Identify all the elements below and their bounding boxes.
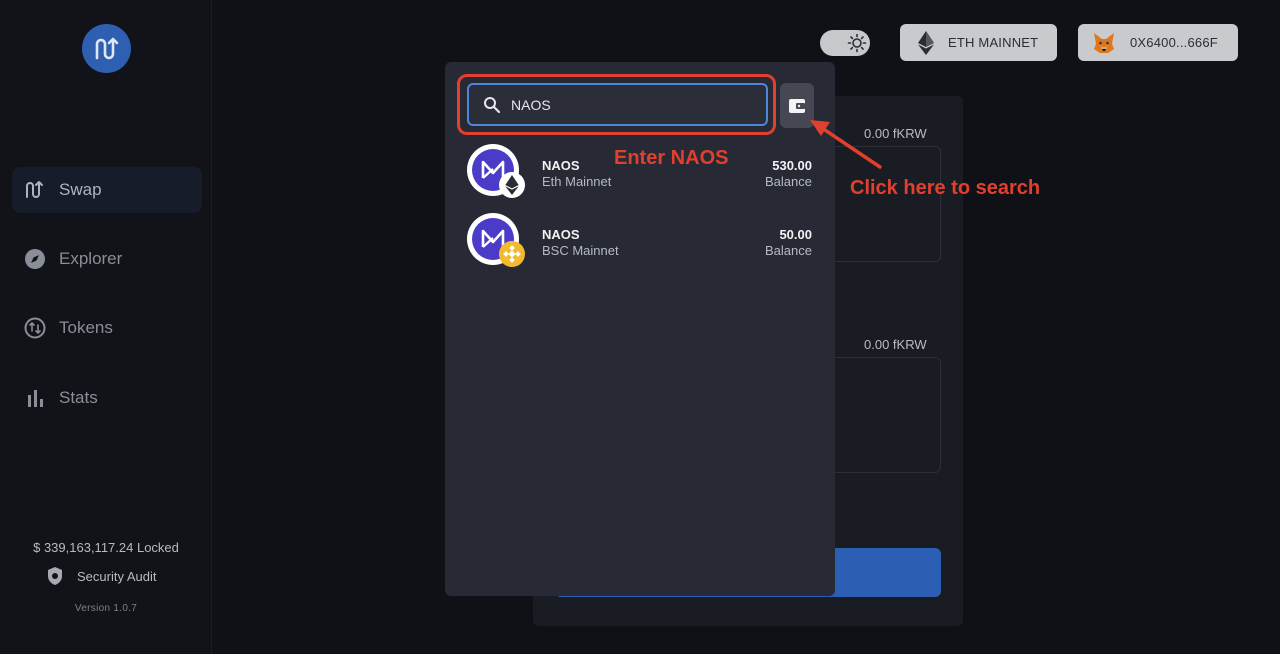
token-search-input[interactable] — [511, 96, 751, 113]
swap-icon — [23, 178, 47, 202]
metamask-fox-icon — [1092, 32, 1116, 54]
ethereum-icon — [499, 172, 525, 198]
tokens-icon — [23, 316, 47, 340]
security-audit-link[interactable]: Security Audit — [46, 566, 157, 586]
network-label: ETH MAINNET — [948, 35, 1039, 50]
app-logo[interactable] — [82, 24, 131, 73]
sidebar-item-label: Stats — [59, 388, 98, 407]
network-selector-button[interactable]: ETH MAINNET — [900, 24, 1057, 61]
theme-toggle[interactable] — [820, 30, 870, 56]
sidebar-item-label: Explorer — [59, 249, 123, 268]
annotation-arrow-icon — [810, 120, 882, 169]
search-icon — [483, 96, 501, 114]
sidebar-item-explorer[interactable]: Explorer — [12, 236, 202, 282]
annotation-click-here: Click here to search — [850, 177, 1041, 199]
to-balance: 0.00 fKRW — [864, 337, 927, 352]
to-token-input[interactable] — [826, 357, 941, 473]
sidebar: Swap Explorer Tokens Stats $ 339,163,117… — [0, 0, 212, 654]
sidebar-item-label: Swap — [59, 180, 102, 199]
sun-icon — [846, 32, 868, 54]
token-balance-amount: 50.00 — [779, 227, 812, 242]
token-network: Eth Mainnet — [542, 174, 612, 189]
bnb-chain-icon — [499, 241, 525, 267]
token-list-item-naos-bsc[interactable]: NAOS BSC Mainnet 50.00 Balance — [462, 213, 822, 277]
sidebar-item-tokens[interactable]: Tokens — [12, 305, 202, 351]
token-balance-label: Balance — [765, 243, 812, 258]
sidebar-item-stats[interactable]: Stats — [12, 375, 202, 421]
bar-chart-icon — [23, 386, 47, 410]
shield-icon — [48, 567, 62, 585]
security-audit-label: Security Audit — [77, 568, 157, 584]
logo-swap-icon — [95, 37, 118, 59]
token-select-modal — [445, 62, 835, 596]
app-version: Version 1.0.7 — [74, 603, 138, 614]
ethereum-icon — [918, 30, 934, 55]
sidebar-item-swap[interactable]: Swap — [12, 167, 202, 213]
wallet-address: 0X6400...666F — [1130, 35, 1218, 50]
compass-icon — [23, 247, 47, 271]
wallet-account-button[interactable]: 0X6400...666F — [1078, 24, 1238, 61]
total-locked-value: $ 339,163,117.24 Locked — [33, 540, 179, 555]
token-network: BSC Mainnet — [542, 243, 619, 258]
sidebar-item-label: Tokens — [59, 318, 113, 337]
token-name: NAOS — [542, 158, 580, 173]
token-balance-label: Balance — [765, 174, 812, 189]
token-name: NAOS — [542, 227, 580, 242]
token-search-field[interactable] — [467, 83, 768, 126]
annotation-enter-naos: Enter NAOS — [614, 147, 729, 169]
